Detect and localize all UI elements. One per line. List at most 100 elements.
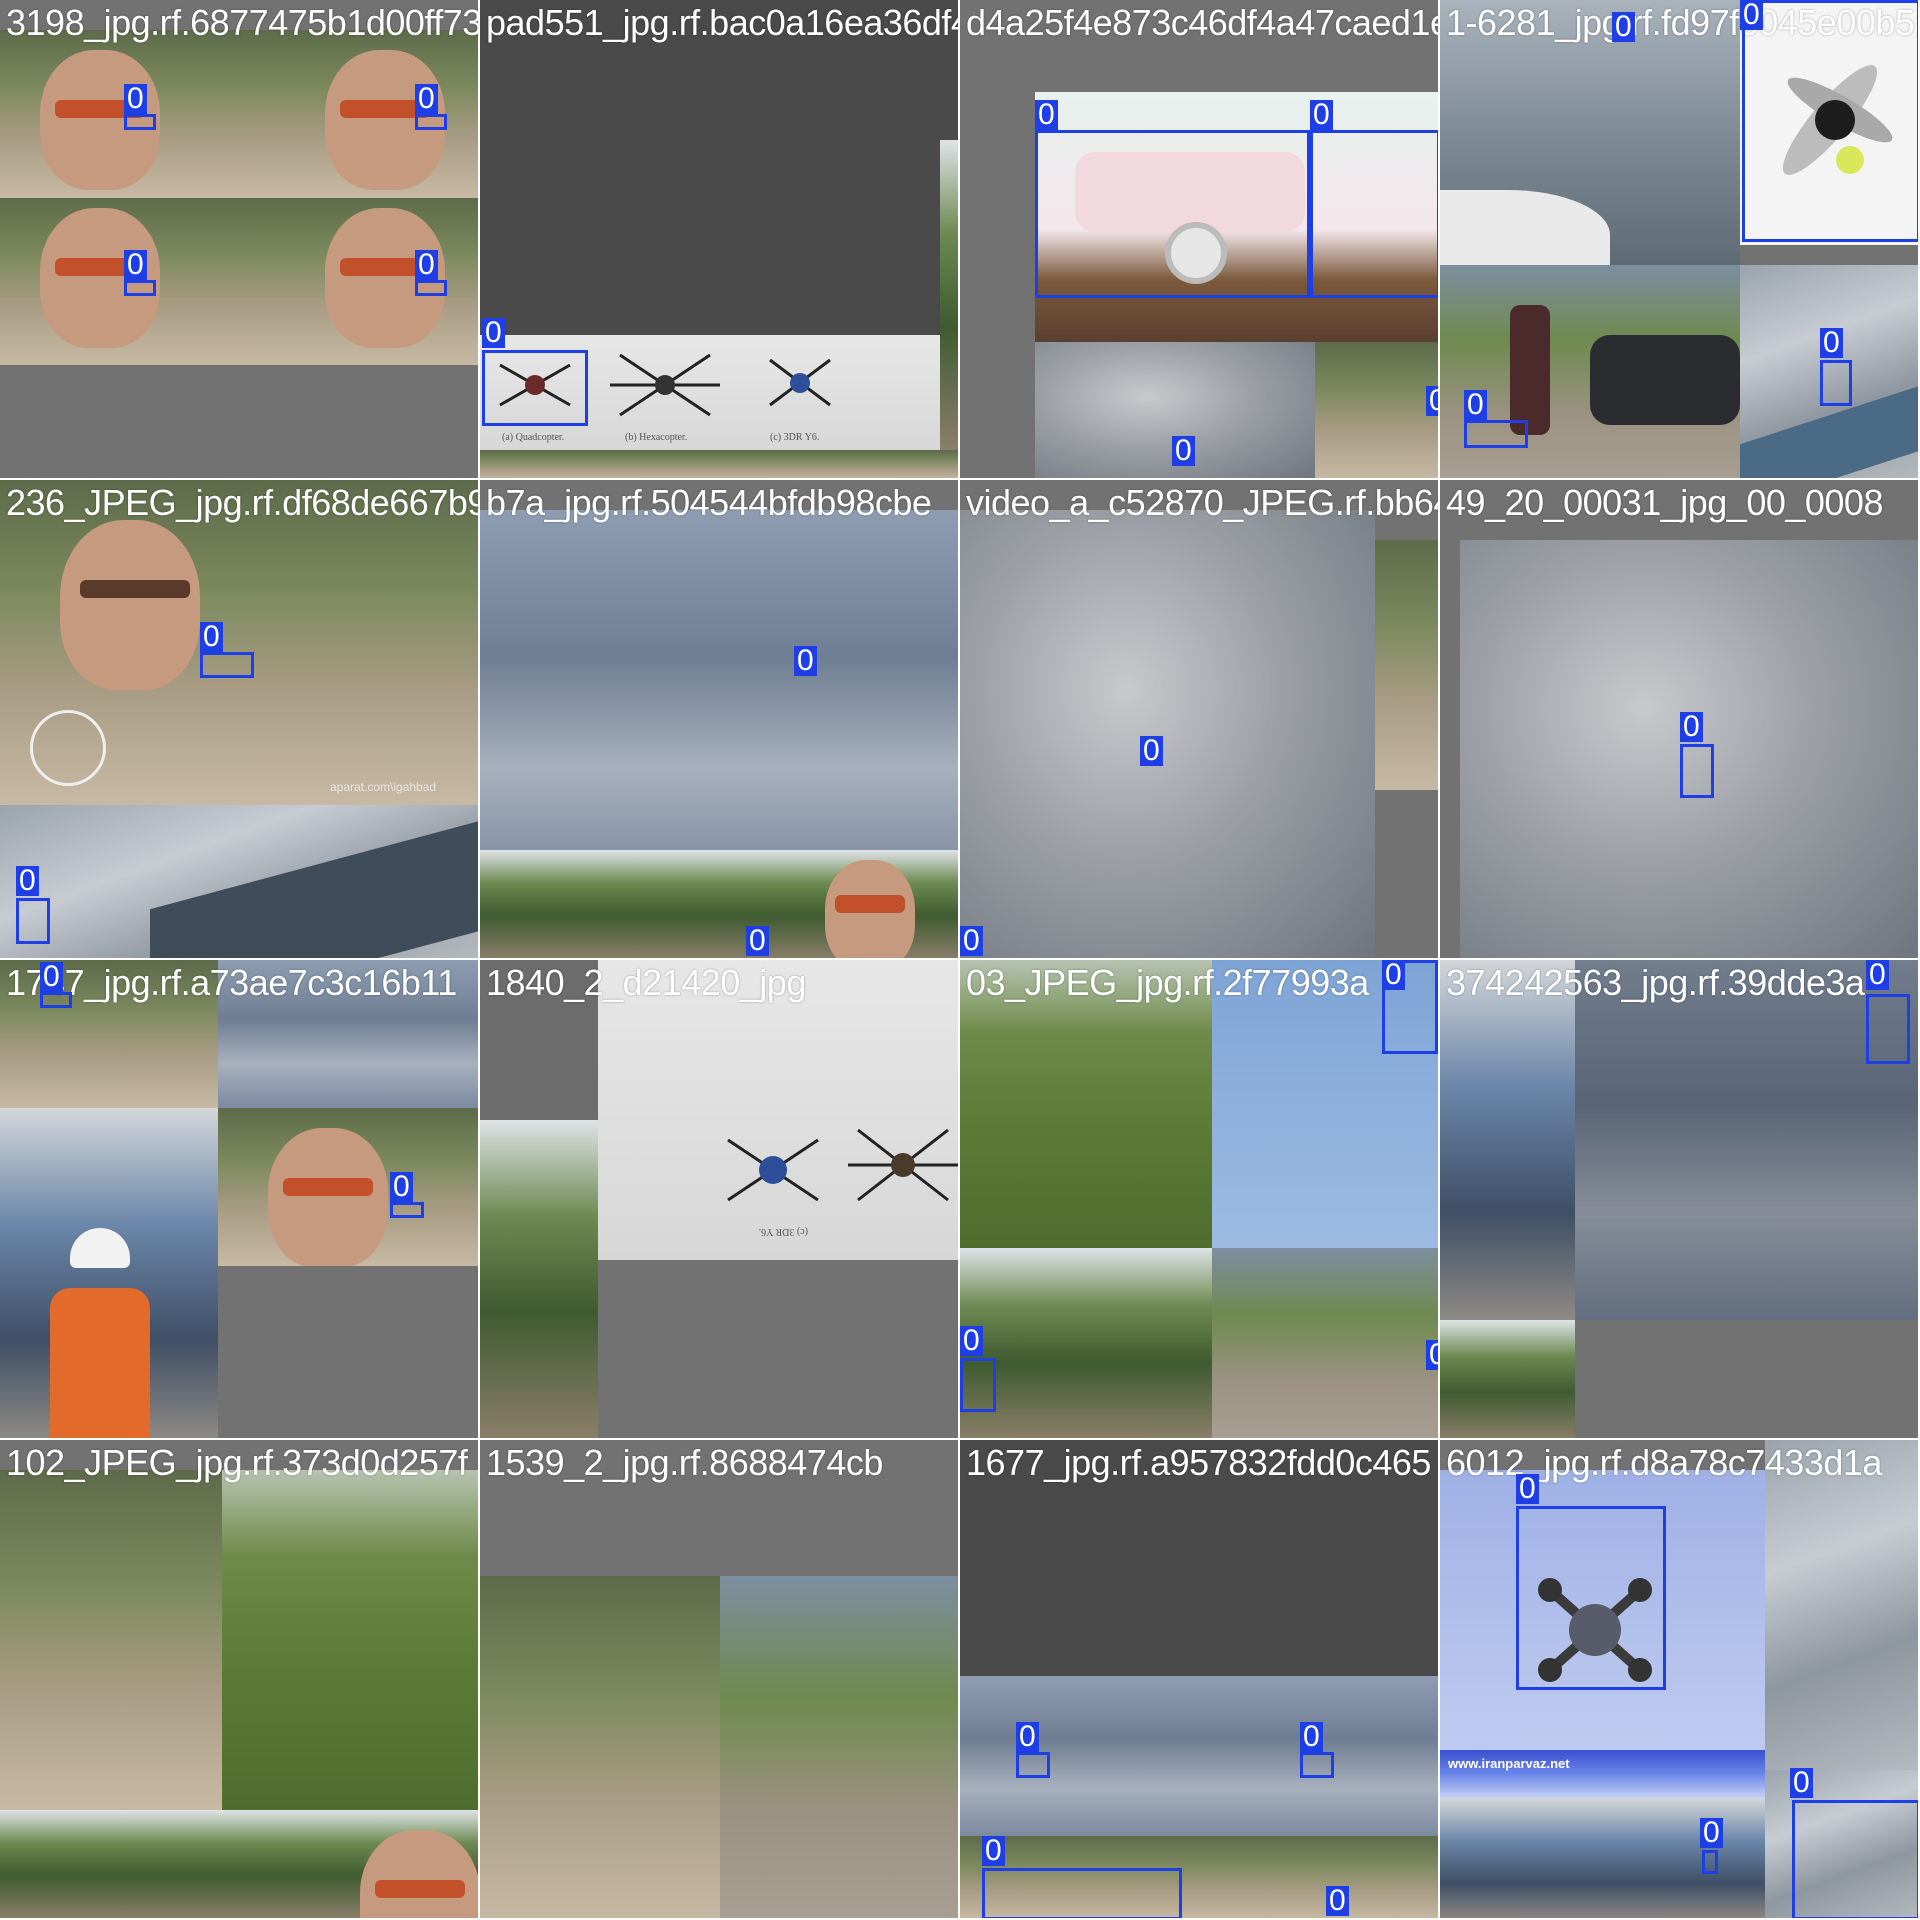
box-label: 0 xyxy=(1426,1340,1438,1370)
mosaic-tile-5: aparat.com\igahbad 236_JPEG_jpg.rf.df68d… xyxy=(0,480,480,960)
tile-title: pad551_jpg.rf.bac0a16ea36df4255_jpeg.rf xyxy=(486,2,958,43)
tile-title: video_a_c52870_JPEG.rf.bb6417b xyxy=(966,482,1438,523)
bounding-box xyxy=(1792,1800,1918,1918)
bounding-box xyxy=(40,992,72,1008)
box-label: 0 xyxy=(1464,390,1487,420)
photo xyxy=(1765,1440,1918,1770)
bounding-box xyxy=(1310,130,1438,298)
bounding-box xyxy=(200,652,254,678)
bounding-box xyxy=(1866,994,1910,1064)
boat xyxy=(1440,190,1610,265)
photo xyxy=(480,1576,720,1918)
box-label: 0 xyxy=(200,622,223,652)
bounding-box xyxy=(1820,360,1852,406)
tile-title: 236_JPEG_jpg.rf.df68de667b967 xyxy=(6,482,480,523)
mosaic-tile-2: (a) Quadcopter. (b) Hexacopter. (c) 3DR … xyxy=(480,0,960,480)
photo xyxy=(0,1108,218,1438)
sunglasses xyxy=(375,1880,465,1898)
paper-figure: (c) 3DR Y6. xyxy=(598,960,958,1260)
mosaic-tile-8: 49_20_00031_jpg_00_0008 0 xyxy=(1440,480,1920,960)
box-label: 0 xyxy=(390,1172,413,1202)
box-label: 0 xyxy=(1310,100,1333,130)
tile-title: 6012_jpg.rf.d8a78c7433d1a xyxy=(1446,1442,1882,1483)
caption: (a) Quadcopter. xyxy=(502,432,564,443)
mosaic-tile-15: 1677_jpg.rf.a957832fdd0c465 0 0 0 0 xyxy=(960,1440,1440,1920)
box-label: 0 xyxy=(1790,1768,1813,1798)
banner-text: www.iranparvaz.net xyxy=(1448,1756,1570,1771)
caption: (b) Hexacopter. xyxy=(625,432,687,443)
box-label: 0 xyxy=(16,866,39,896)
roof xyxy=(150,820,478,958)
box-label: 0 xyxy=(1382,960,1405,990)
mosaic-tile-10: (c) 3DR Y6. 1840_2_d21420_jpg xyxy=(480,960,960,1440)
bounding-box xyxy=(960,1358,996,1412)
tile-title: 1539_2_jpg.rf.8688474cb xyxy=(486,1442,883,1483)
mosaic-tile-12: 374242563_jpg.rf.39dde3a 0 xyxy=(1440,960,1920,1440)
box-label: 0 xyxy=(1820,328,1843,358)
box-label: 0 xyxy=(1740,0,1763,30)
bounding-box xyxy=(1516,1506,1666,1690)
photo xyxy=(1575,1320,1918,1438)
mosaic-tile-7: video_a_c52870_JPEG.rf.bb6417b 0 0 xyxy=(960,480,1440,960)
tile-title: d4a25f4e873c46df4a47caed1e2e8_jpg.rf xyxy=(966,2,1438,43)
mosaic-tile-16: www.iranparvaz.net 6012_jpg.rf.d8a78c743… xyxy=(1440,1440,1920,1920)
sunglasses xyxy=(283,1178,373,1196)
timer-dial xyxy=(30,710,106,786)
box-label: 0 xyxy=(482,318,505,348)
photo xyxy=(1375,790,1438,958)
bounding-box xyxy=(1742,0,1918,242)
photo: aparat.com\igahbad xyxy=(0,480,478,805)
photo xyxy=(275,30,478,198)
bounding-box xyxy=(982,1868,1182,1918)
caption: (c) 3DR Y6. xyxy=(770,432,819,443)
photo xyxy=(218,1108,478,1266)
photo xyxy=(960,1248,1212,1438)
box-label: 0 xyxy=(415,250,438,280)
box-label: 0 xyxy=(1612,12,1635,42)
sunglasses xyxy=(835,895,905,913)
box-label: 0 xyxy=(1016,1722,1039,1752)
person-face xyxy=(268,1128,388,1266)
photo xyxy=(480,850,958,958)
box-label: 0 xyxy=(1300,1722,1323,1752)
watermark: aparat.com\igahbad xyxy=(330,780,437,794)
bounding-box xyxy=(1300,1752,1334,1778)
box-label: 0 xyxy=(1172,436,1195,466)
box-label: 0 xyxy=(960,1326,983,1356)
banner: www.iranparvaz.net xyxy=(1440,1750,1765,1798)
photo xyxy=(720,1576,958,1918)
worker-vest xyxy=(50,1288,150,1438)
photo xyxy=(960,1676,1188,1836)
photo xyxy=(222,1470,478,1810)
tile-title: 49_20_00031_jpg_00_0008 xyxy=(1446,482,1883,523)
mosaic-tile-13: 102_JPEG_jpg.rf.373d0d257f xyxy=(0,1440,480,1920)
photo xyxy=(1440,1320,1575,1438)
box-label: 0 xyxy=(1140,736,1163,766)
tile-title: 1677_jpg.rf.a957832fdd0c465 xyxy=(966,1442,1431,1483)
bounding-box xyxy=(415,280,447,296)
photo xyxy=(480,450,958,478)
box-label: 0 xyxy=(415,84,438,114)
box-label: 0 xyxy=(746,926,769,956)
drone-illustrations: (c) 3DR Y6. xyxy=(727,1128,958,1237)
mosaic-tile-9: 1747_jpg.rf.a73ae7c3c16b11 0 0 xyxy=(0,960,480,1440)
bounding-box xyxy=(1680,744,1714,798)
tile-title: 03_JPEG_jpg.rf.2f77993a xyxy=(966,962,1369,1003)
photo xyxy=(480,1120,598,1438)
bounding-box xyxy=(1016,1752,1050,1778)
tile-title: 374242563_jpg.rf.39dde3a xyxy=(1446,962,1865,1003)
bounding-box xyxy=(16,898,50,944)
caption: (c) 3DR Y6. xyxy=(759,1226,808,1237)
box-label: 0 xyxy=(960,926,983,956)
photo xyxy=(1375,540,1438,790)
box-label: 0 xyxy=(1516,1474,1539,1504)
bounding-box xyxy=(390,1202,424,1218)
bounding-box xyxy=(482,350,588,426)
hard-hat xyxy=(70,1228,130,1268)
box-label: 0 xyxy=(1326,1886,1349,1916)
mosaic-tile-14: 1539_2_jpg.rf.8688474cb xyxy=(480,1440,960,1920)
mosaic-tile-6: b7a_jpg.rf.504544bfdb98cbe 0 0 xyxy=(480,480,960,960)
person-face xyxy=(360,1830,478,1918)
tile-title: 3198_jpg.rf.6877475b1d00ff73a057f90ef32 xyxy=(6,2,480,43)
photo xyxy=(480,510,958,880)
